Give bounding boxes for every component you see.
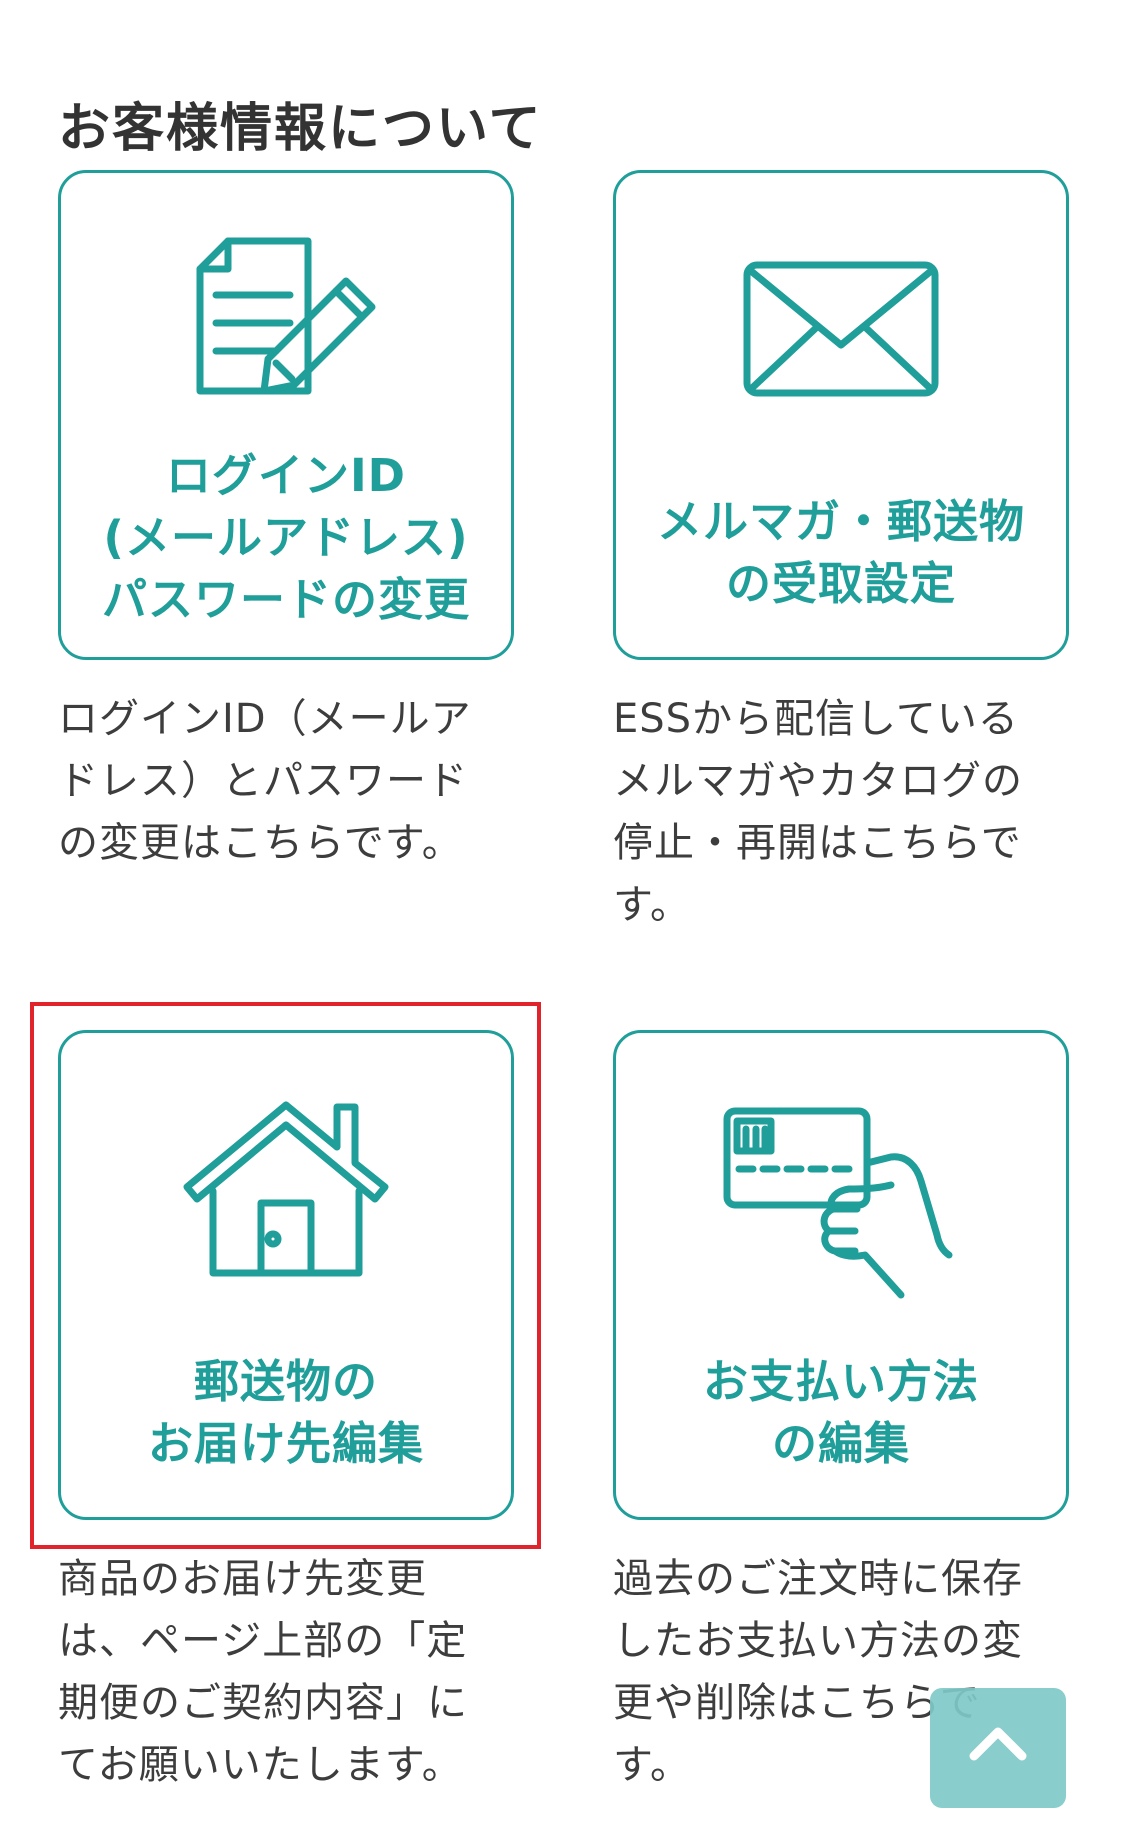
newsletter-mail-card[interactable]: メルマガ・郵送物 の受取設定: [613, 170, 1069, 660]
card-description: ESSから配信している メルマガやカタログの 停止・再開はこちらで す。: [613, 696, 1023, 928]
card-label: お支払い方法 の編集: [702, 1355, 979, 1470]
envelope-icon: [743, 261, 939, 397]
document-pencil-icon: [196, 237, 376, 395]
card-description: ログインID（メールア ドレス）とパスワード の変更はこちらです。: [58, 696, 472, 866]
card-label: ログインID (メールアドレス) パスワードの変更: [101, 449, 470, 626]
card-description: 商品のお届け先変更 は、ページ上部の「定 期便のご契約内容」に てお願いいたしま…: [58, 1556, 468, 1788]
login-password-card[interactable]: ログインID (メールアドレス) パスワードの変更: [58, 170, 514, 660]
page-title: お客様情報について: [58, 98, 543, 159]
delivery-address-card[interactable]: 郵送物の お届け先編集: [58, 1030, 514, 1520]
payment-method-card[interactable]: お支払い方法 の編集: [613, 1030, 1069, 1520]
card-label: メルマガ・郵送物 の受取設定: [656, 495, 1025, 610]
credit-card-hand-icon: [723, 1107, 953, 1299]
scroll-top-button[interactable]: [930, 1688, 1066, 1808]
card-label: 郵送物の お届け先編集: [147, 1355, 424, 1470]
house-icon: [183, 1101, 389, 1277]
chevron-up-icon: [969, 1727, 1027, 1761]
